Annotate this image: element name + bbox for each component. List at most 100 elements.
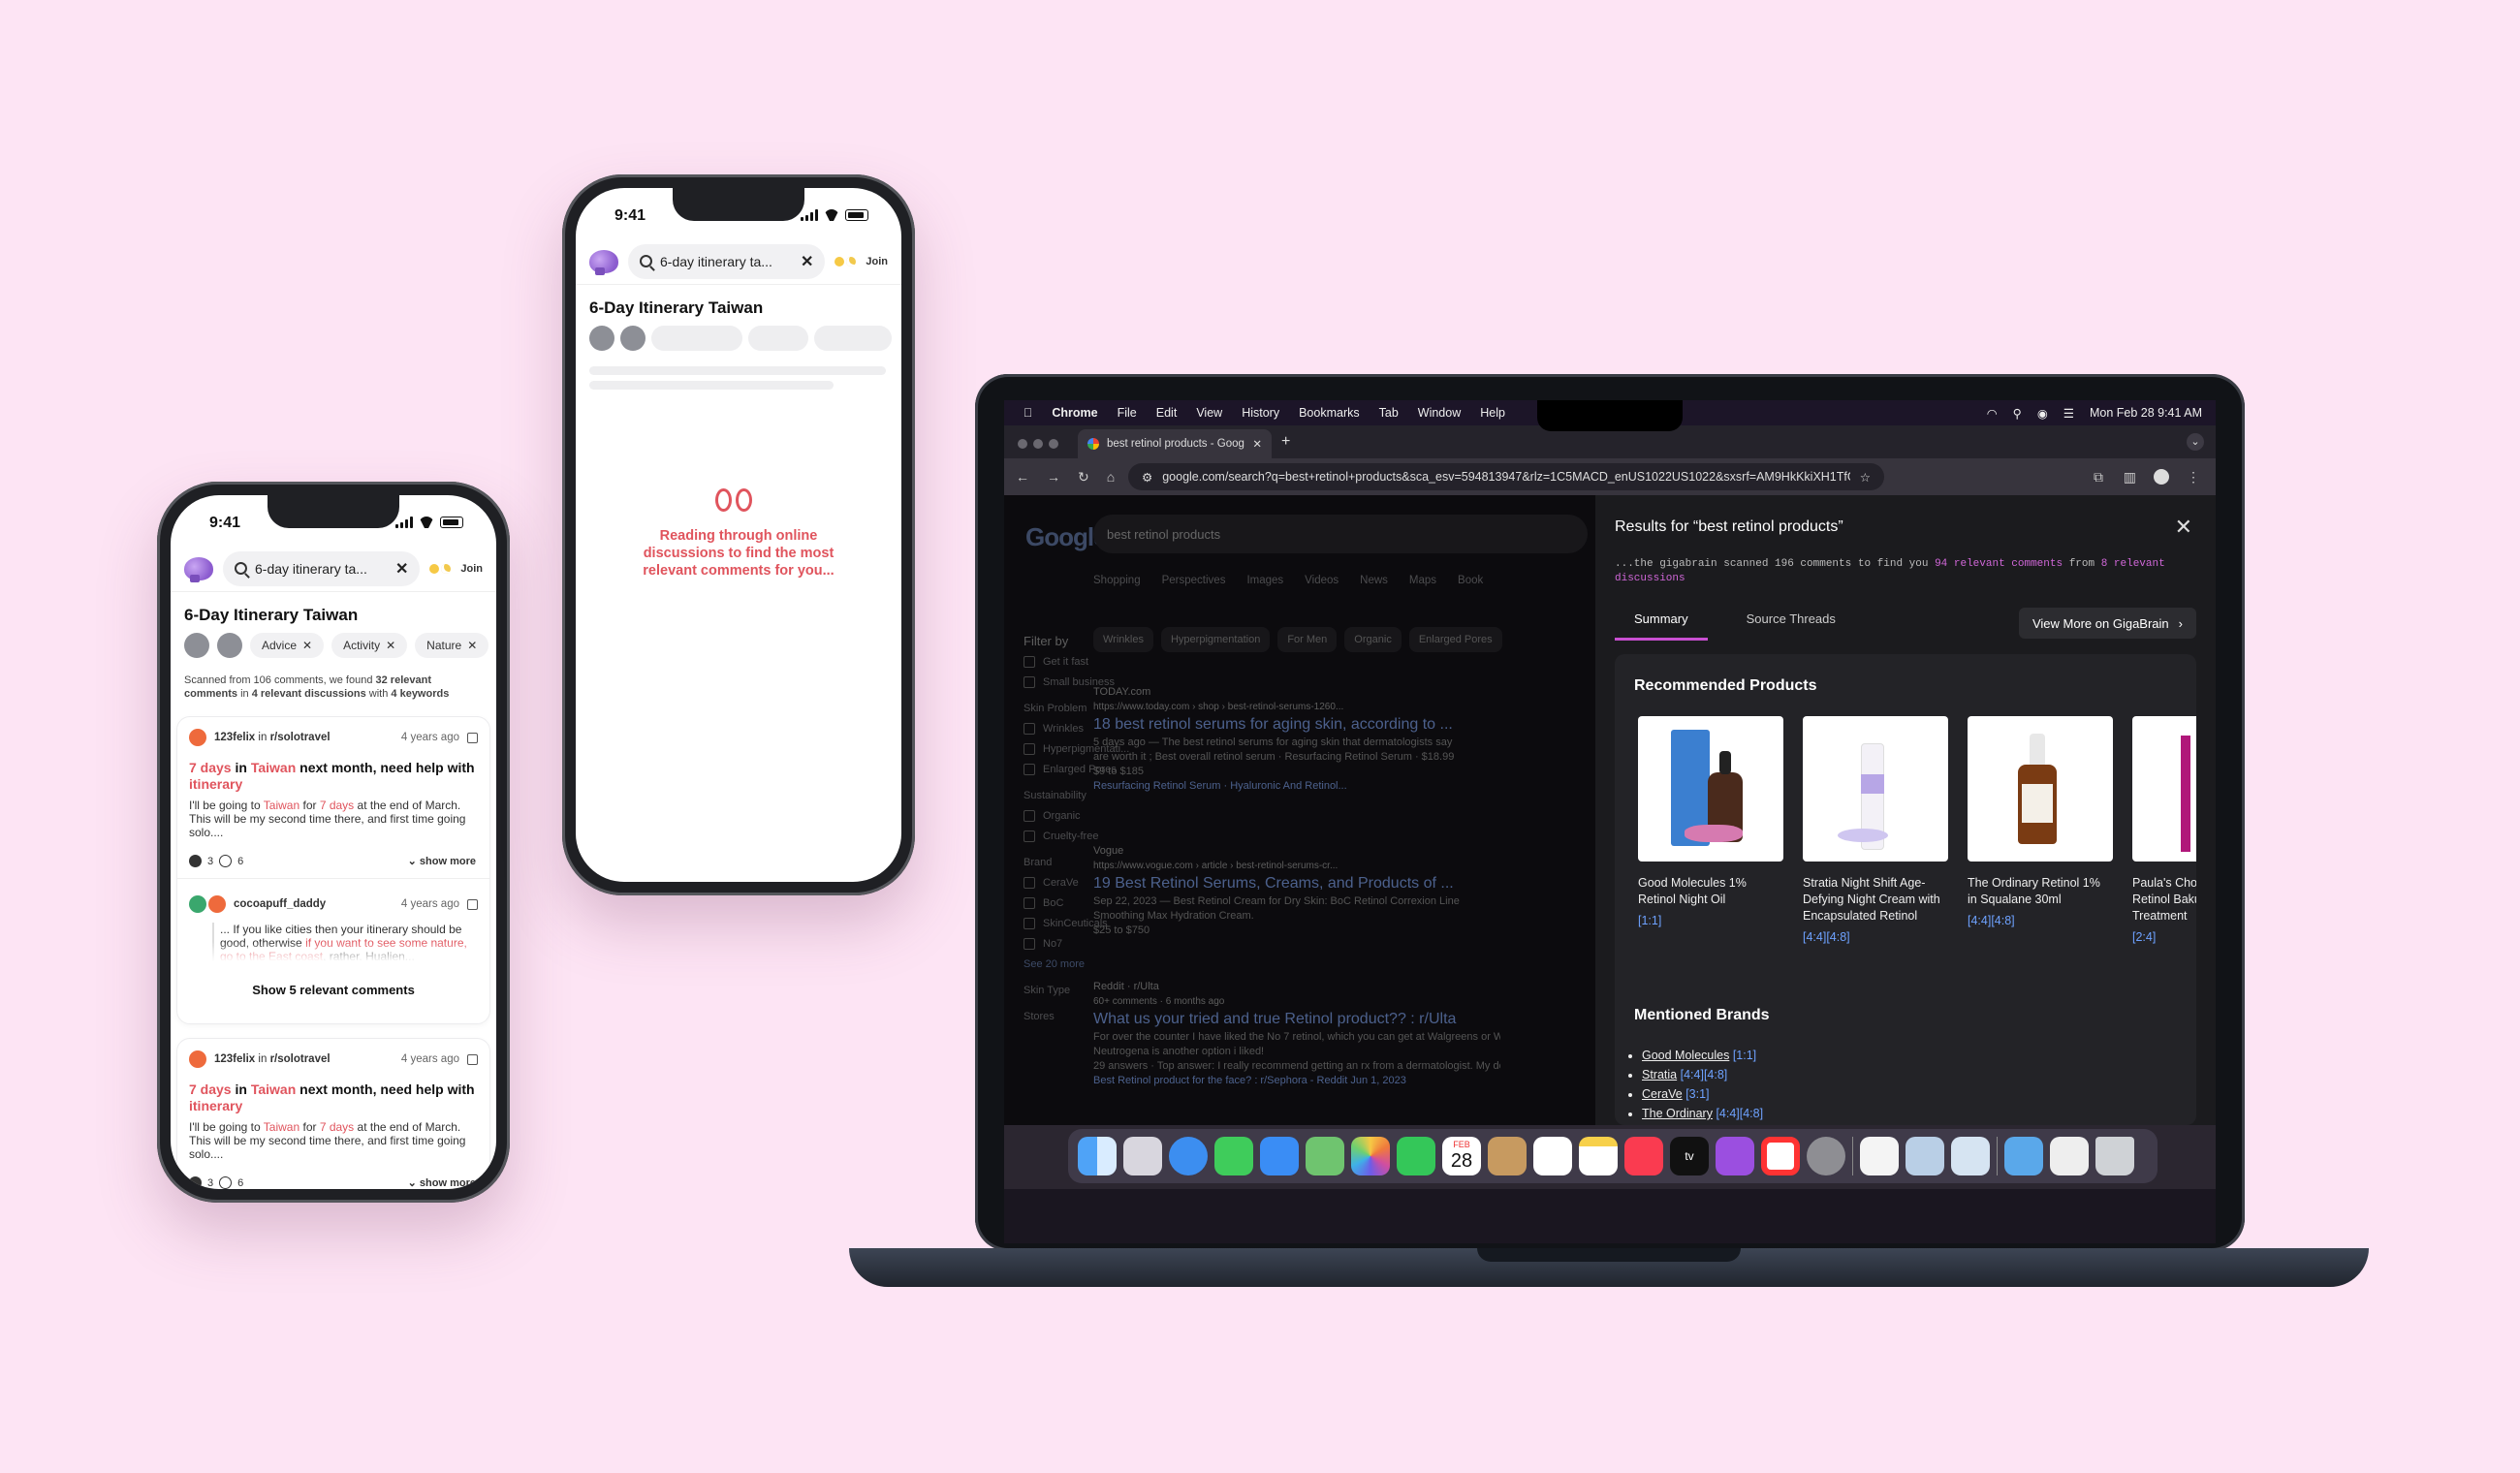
tab-search-icon[interactable]: ⌄ [2187,433,2204,451]
contacts-icon[interactable] [1488,1137,1527,1175]
theme-toggle[interactable] [429,563,452,574]
finder-icon[interactable] [1078,1137,1117,1175]
gigabrain-logo-icon[interactable] [589,249,618,275]
join-button[interactable]: Join [866,256,888,267]
chip-nature[interactable]: Nature ✕ [415,633,489,658]
brand-item[interactable]: The Ordinary [4:4][4:8] [1642,1104,1763,1123]
tv-icon[interactable]: tv [1670,1137,1709,1175]
summary-card: Recommended Products Good Molecules 1% R… [1615,654,2196,1125]
show-relevant-comments-button[interactable]: Show 5 relevant comments [177,983,489,997]
facetime-icon[interactable] [1397,1137,1435,1175]
tab-source-threads[interactable]: Source Threads [1747,606,1836,641]
menu-view[interactable]: View [1196,406,1222,420]
music-icon[interactable] [1624,1137,1663,1175]
comment-icon[interactable] [219,855,233,867]
preview-icon[interactable] [1906,1137,1944,1175]
bookmark-star-icon[interactable]: ☆ [1860,470,1871,485]
external-link-icon[interactable] [467,898,478,910]
menu-edit[interactable]: Edit [1156,406,1178,420]
search-input[interactable]: 6-day itinerary ta... ✕ [223,550,421,586]
site-settings-icon[interactable]: ⚙ [1142,470,1152,485]
messages-icon[interactable] [1214,1137,1253,1175]
clear-search-icon[interactable]: ✕ [395,559,408,579]
close-icon[interactable]: ✕ [2175,515,2192,540]
new-tab-icon[interactable]: + [1281,433,1290,451]
menu-window[interactable]: Window [1418,406,1461,420]
sort-icon[interactable] [217,633,242,658]
back-icon[interactable]: ← [1016,469,1029,485]
document-icon[interactable] [2050,1137,2089,1175]
product-image [1638,716,1783,862]
close-window-button[interactable] [1018,439,1027,449]
product-card[interactable]: Good Molecules 1% Retinol Night Oil [1:1… [1638,716,1783,927]
forward-icon[interactable]: → [1047,469,1060,485]
menu-history[interactable]: History [1242,406,1279,420]
comment-icon[interactable] [219,1176,233,1189]
sidepanel-icon[interactable]: ▥ [2124,469,2136,486]
post-title[interactable]: 7 days in Taiwan next month, need help w… [189,760,480,793]
clear-search-icon[interactable]: ✕ [801,252,813,271]
show-more-button[interactable]: ⌄ show more [408,1176,476,1189]
menu-app-name[interactable]: Chrome [1052,406,1097,420]
menu-file[interactable]: File [1118,406,1137,420]
control-center-icon[interactable]: ☰ [2063,406,2074,421]
external-link-icon[interactable] [467,732,478,743]
launchpad-icon[interactable] [1123,1137,1162,1175]
brand-item[interactable]: CeraVe [3:1] [1642,1084,1763,1104]
textedit-icon[interactable] [1860,1137,1899,1175]
apple-icon[interactable]:  [1024,406,1032,420]
product-image [1968,716,2113,862]
filter-icon[interactable] [184,633,209,658]
wifi-icon[interactable]: ◠ [1987,406,1998,421]
product-card[interactable]: Paula's Choice 0.3% Retinol Bakuchiol Tr… [2132,716,2196,944]
folder-icon[interactable] [2004,1137,2043,1175]
user-icon[interactable]: ◉ [2037,406,2048,421]
reminders-icon[interactable] [1533,1137,1572,1175]
chip-advice[interactable]: Advice ✕ [250,633,325,658]
browser-tab[interactable]: best retinol products - Goog ✕ [1078,429,1272,458]
search-icon[interactable]: ⚲ [2013,406,2022,421]
upvote-icon[interactable] [189,1176,202,1189]
maps-icon[interactable] [1306,1137,1344,1175]
menu-help[interactable]: Help [1480,406,1505,420]
upvote-icon[interactable] [189,855,202,867]
reload-icon[interactable]: ↻ [1078,469,1089,486]
address-bar[interactable]: ⚙ google.com/search?q=best+retinol+produ… [1128,463,1884,490]
close-tab-icon[interactable]: ✕ [1252,437,1262,451]
photos-icon[interactable] [1351,1137,1390,1175]
window-icon[interactable] [1951,1137,1990,1175]
menu-tab[interactable]: Tab [1379,406,1399,420]
notes-icon[interactable] [1579,1137,1618,1175]
zoom-window-button[interactable] [1049,439,1058,449]
tab-summary[interactable]: Summary [1615,606,1708,641]
brand-item[interactable]: Stratia [4:4][4:8] [1642,1065,1763,1084]
menu-bookmarks[interactable]: Bookmarks [1299,406,1360,420]
view-more-button[interactable]: View More on GigaBrain › [2018,608,2196,639]
gigabrain-logo-icon[interactable] [184,556,213,582]
discussion-card[interactable]: 123felix in r/solotravel 4 years ago 7 d… [176,1038,490,1189]
sun-icon [429,563,440,574]
home-icon[interactable]: ⌂ [1107,469,1115,485]
profile-avatar[interactable] [2154,469,2169,485]
calendar-icon[interactable]: FEB 28 [1442,1137,1481,1175]
theme-toggle[interactable] [835,256,857,266]
product-card[interactable]: The Ordinary Retinol 1% in Squalane 30ml… [1968,716,2113,927]
chip-activity[interactable]: Activity ✕ [331,633,408,658]
join-button[interactable]: Join [460,563,483,575]
podcasts-icon[interactable] [1716,1137,1754,1175]
external-link-icon[interactable] [467,1053,478,1065]
discussion-card[interactable]: 123felix in r/solotravel 4 years ago 7 d… [176,716,490,1024]
chrome-menu-icon[interactable]: ⋮ [2187,469,2200,486]
extensions-icon[interactable]: ⧉ [2094,469,2103,486]
safari-icon[interactable] [1169,1137,1208,1175]
trash-icon[interactable] [2095,1137,2134,1175]
minimize-window-button[interactable] [1033,439,1043,449]
search-input[interactable]: 6-day itinerary ta... ✕ [628,243,826,279]
product-card[interactable]: Stratia Night Shift Age-Defying Night Cr… [1803,716,1948,944]
show-more-button[interactable]: ⌄ show more [408,855,476,867]
post-title[interactable]: 7 days in Taiwan next month, need help w… [189,1081,480,1114]
settings-icon[interactable] [1807,1137,1845,1175]
brand-item[interactable]: Good Molecules [1:1] [1642,1046,1763,1065]
mail-icon[interactable] [1260,1137,1299,1175]
news-icon[interactable] [1761,1137,1800,1175]
